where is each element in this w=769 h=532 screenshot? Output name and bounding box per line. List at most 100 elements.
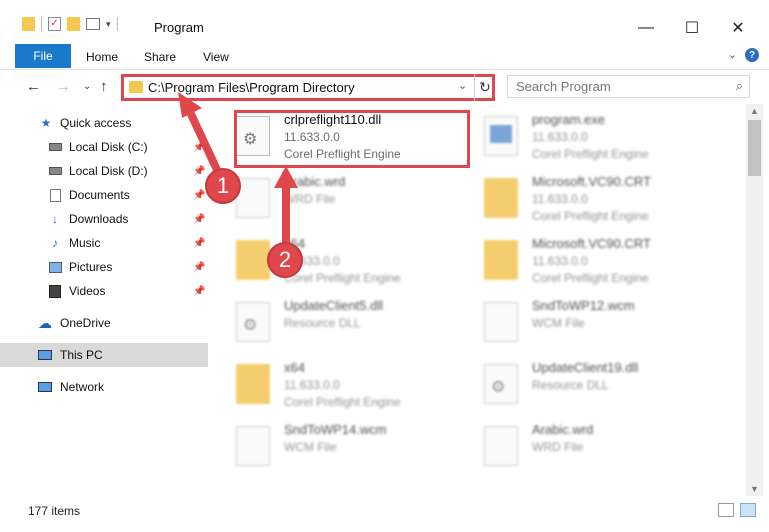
recent-locations-button[interactable]: ⌄	[83, 81, 91, 92]
chevron-down-icon[interactable]: ▾	[106, 19, 111, 30]
sidebar-item-label: Downloads	[69, 212, 129, 226]
file-type: Resource DLL	[532, 378, 609, 392]
navigation-bar: ← → ⌄ ↑ C:\Program Files\Program Directo…	[0, 70, 769, 104]
dll-gear-icon: ⚙	[236, 302, 270, 342]
expand-ribbon-icon[interactable]: ⌄	[728, 48, 737, 61]
music-icon: ♪	[52, 236, 58, 250]
help-icon[interactable]: ?	[745, 48, 759, 62]
document-icon	[484, 302, 518, 342]
chevron-down-icon[interactable]: ⌄	[458, 79, 467, 92]
sidebar-item-documents[interactable]: Documents 📌	[0, 183, 208, 207]
new-folder-icon[interactable]	[67, 17, 80, 31]
file-description: Corel Preflight Engine	[532, 147, 649, 161]
scroll-up-icon[interactable]: ▲	[750, 106, 759, 116]
drive-icon	[48, 140, 62, 154]
sidebar-item-label: Pictures	[69, 260, 113, 274]
file-name: Arabic.wrd	[284, 174, 346, 189]
quick-access-toolbar: ✓ ▾	[22, 17, 118, 31]
drive-icon	[48, 164, 62, 178]
file-item[interactable]: ⚙ UpdateClient5.dll Resource DLL	[222, 290, 472, 352]
sidebar-item-videos[interactable]: Videos 📌	[0, 279, 208, 303]
address-path[interactable]: C:\Program Files\Program Directory	[148, 80, 355, 95]
pin-icon: 📌	[193, 165, 206, 177]
file-item[interactable]: program.exe 11.633.0.0 Corel Preflight E…	[470, 104, 720, 166]
scroll-thumb[interactable]	[748, 120, 761, 176]
file-version: 11.633.0.0	[532, 130, 588, 144]
callout-1: 1	[205, 168, 241, 204]
tiles-view-icon[interactable]	[740, 503, 756, 517]
pin-icon: 📌	[193, 261, 206, 273]
scroll-down-icon[interactable]: ▼	[750, 484, 759, 494]
document-icon	[484, 426, 518, 466]
sidebar-item-label: Quick access	[60, 116, 132, 130]
sidebar-item-local-disk-d[interactable]: Local Disk (D:) 📌	[0, 159, 208, 183]
pin-icon: 📌	[193, 285, 206, 297]
folder-icon	[22, 17, 35, 31]
sidebar-item-this-pc[interactable]: This PC	[0, 343, 208, 367]
documents-icon	[48, 188, 62, 202]
vertical-scrollbar[interactable]: ▲ ▼	[746, 104, 763, 496]
file-version: 11.633.0.0	[532, 192, 588, 206]
sidebar-item-label: Documents	[69, 188, 130, 202]
file-item[interactable]: Microsoft.VC90.CRT 11.633.0.0 Corel Pref…	[470, 166, 720, 228]
refresh-button[interactable]: ↻	[474, 74, 495, 101]
tab-home[interactable]: Home	[86, 50, 118, 64]
sidebar-item-network[interactable]: Network	[0, 375, 208, 399]
highlight-box	[234, 110, 470, 168]
file-name: x64	[284, 360, 305, 375]
sidebar-item-label: This PC	[60, 348, 103, 362]
file-version: 11.633.0.0	[284, 378, 340, 392]
dll-gear-icon: ⚙	[484, 364, 518, 404]
minimize-button[interactable]: —	[623, 14, 669, 42]
sidebar-item-quick-access[interactable]: ★ Quick access	[0, 111, 208, 135]
properties-icon[interactable]: ✓	[48, 17, 61, 31]
file-item[interactable]: x64 11.633.0.0 Corel Preflight Engine	[222, 228, 472, 290]
search-box[interactable]: Search Program ⌕	[507, 75, 750, 98]
sidebar-item-pictures[interactable]: Pictures 📌	[0, 255, 208, 279]
sidebar-item-onedrive[interactable]: ☁ OneDrive	[0, 311, 208, 335]
file-item[interactable]: Arabic.wrd WRD File	[470, 414, 720, 476]
close-button[interactable]: ✕	[715, 14, 761, 42]
up-button[interactable]: ↑	[100, 78, 108, 95]
sidebar-item-local-disk-c[interactable]: Local Disk (C:) 📌	[0, 135, 208, 159]
tab-share[interactable]: Share	[144, 50, 176, 64]
file-type: WCM File	[284, 440, 337, 454]
sidebar-item-music[interactable]: ♪ Music 📌	[0, 231, 208, 255]
title-bar: ✓ ▾ Program — ☐ ✕	[0, 0, 769, 42]
file-description: Corel Preflight Engine	[532, 271, 649, 285]
exe-icon	[484, 116, 518, 156]
customize-qat-icon[interactable]	[86, 18, 100, 30]
status-bar: 177 items	[0, 496, 769, 532]
file-type: Resource DLL	[284, 316, 361, 330]
details-view-icon[interactable]	[718, 503, 734, 517]
file-item[interactable]: ⚙ UpdateClient19.dll Resource DLL	[470, 352, 720, 414]
forward-button[interactable]: →	[56, 78, 71, 95]
folder-icon	[236, 240, 270, 280]
maximize-button[interactable]: ☐	[669, 14, 715, 42]
ribbon-tabs: File Home Share View ⌄ ?	[0, 42, 769, 70]
file-name: Microsoft.VC90.CRT	[532, 174, 651, 189]
pin-icon: 📌	[193, 189, 206, 201]
folder-icon	[236, 364, 270, 404]
file-type: WRD File	[284, 192, 336, 206]
download-icon: ↓	[52, 212, 58, 226]
address-bar[interactable]: C:\Program Files\Program Directory ⌄ ↻	[121, 74, 495, 101]
file-type: WCM File	[532, 316, 585, 330]
file-item[interactable]: x64 11.633.0.0 Corel Preflight Engine	[222, 352, 472, 414]
sidebar-item-downloads[interactable]: ↓ Downloads 📌	[0, 207, 208, 231]
file-item[interactable]: Microsoft.VC90.CRT 11.633.0.0 Corel Pref…	[470, 228, 720, 290]
tab-file[interactable]: File	[15, 44, 71, 68]
sidebar-item-label: Videos	[69, 284, 106, 298]
search-icon[interactable]: ⌕	[736, 78, 743, 94]
file-item[interactable]: Arabic.wrd WRD File	[222, 166, 472, 228]
file-item[interactable]: SndToWP12.wcm WCM File	[470, 290, 720, 352]
sidebar-item-label: Local Disk (C:)	[69, 140, 148, 154]
file-item[interactable]: SndToWP14.wcm WCM File	[222, 414, 472, 476]
separator	[116, 17, 118, 31]
sidebar-item-label: Music	[69, 236, 101, 250]
tab-view[interactable]: View	[203, 50, 229, 64]
search-input[interactable]: Search Program	[516, 79, 611, 94]
navigation-pane: ★ Quick access Local Disk (C:) 📌 Local D…	[0, 104, 210, 492]
sidebar-item-label: Local Disk (D:)	[69, 164, 148, 178]
back-button[interactable]: ←	[26, 78, 41, 95]
